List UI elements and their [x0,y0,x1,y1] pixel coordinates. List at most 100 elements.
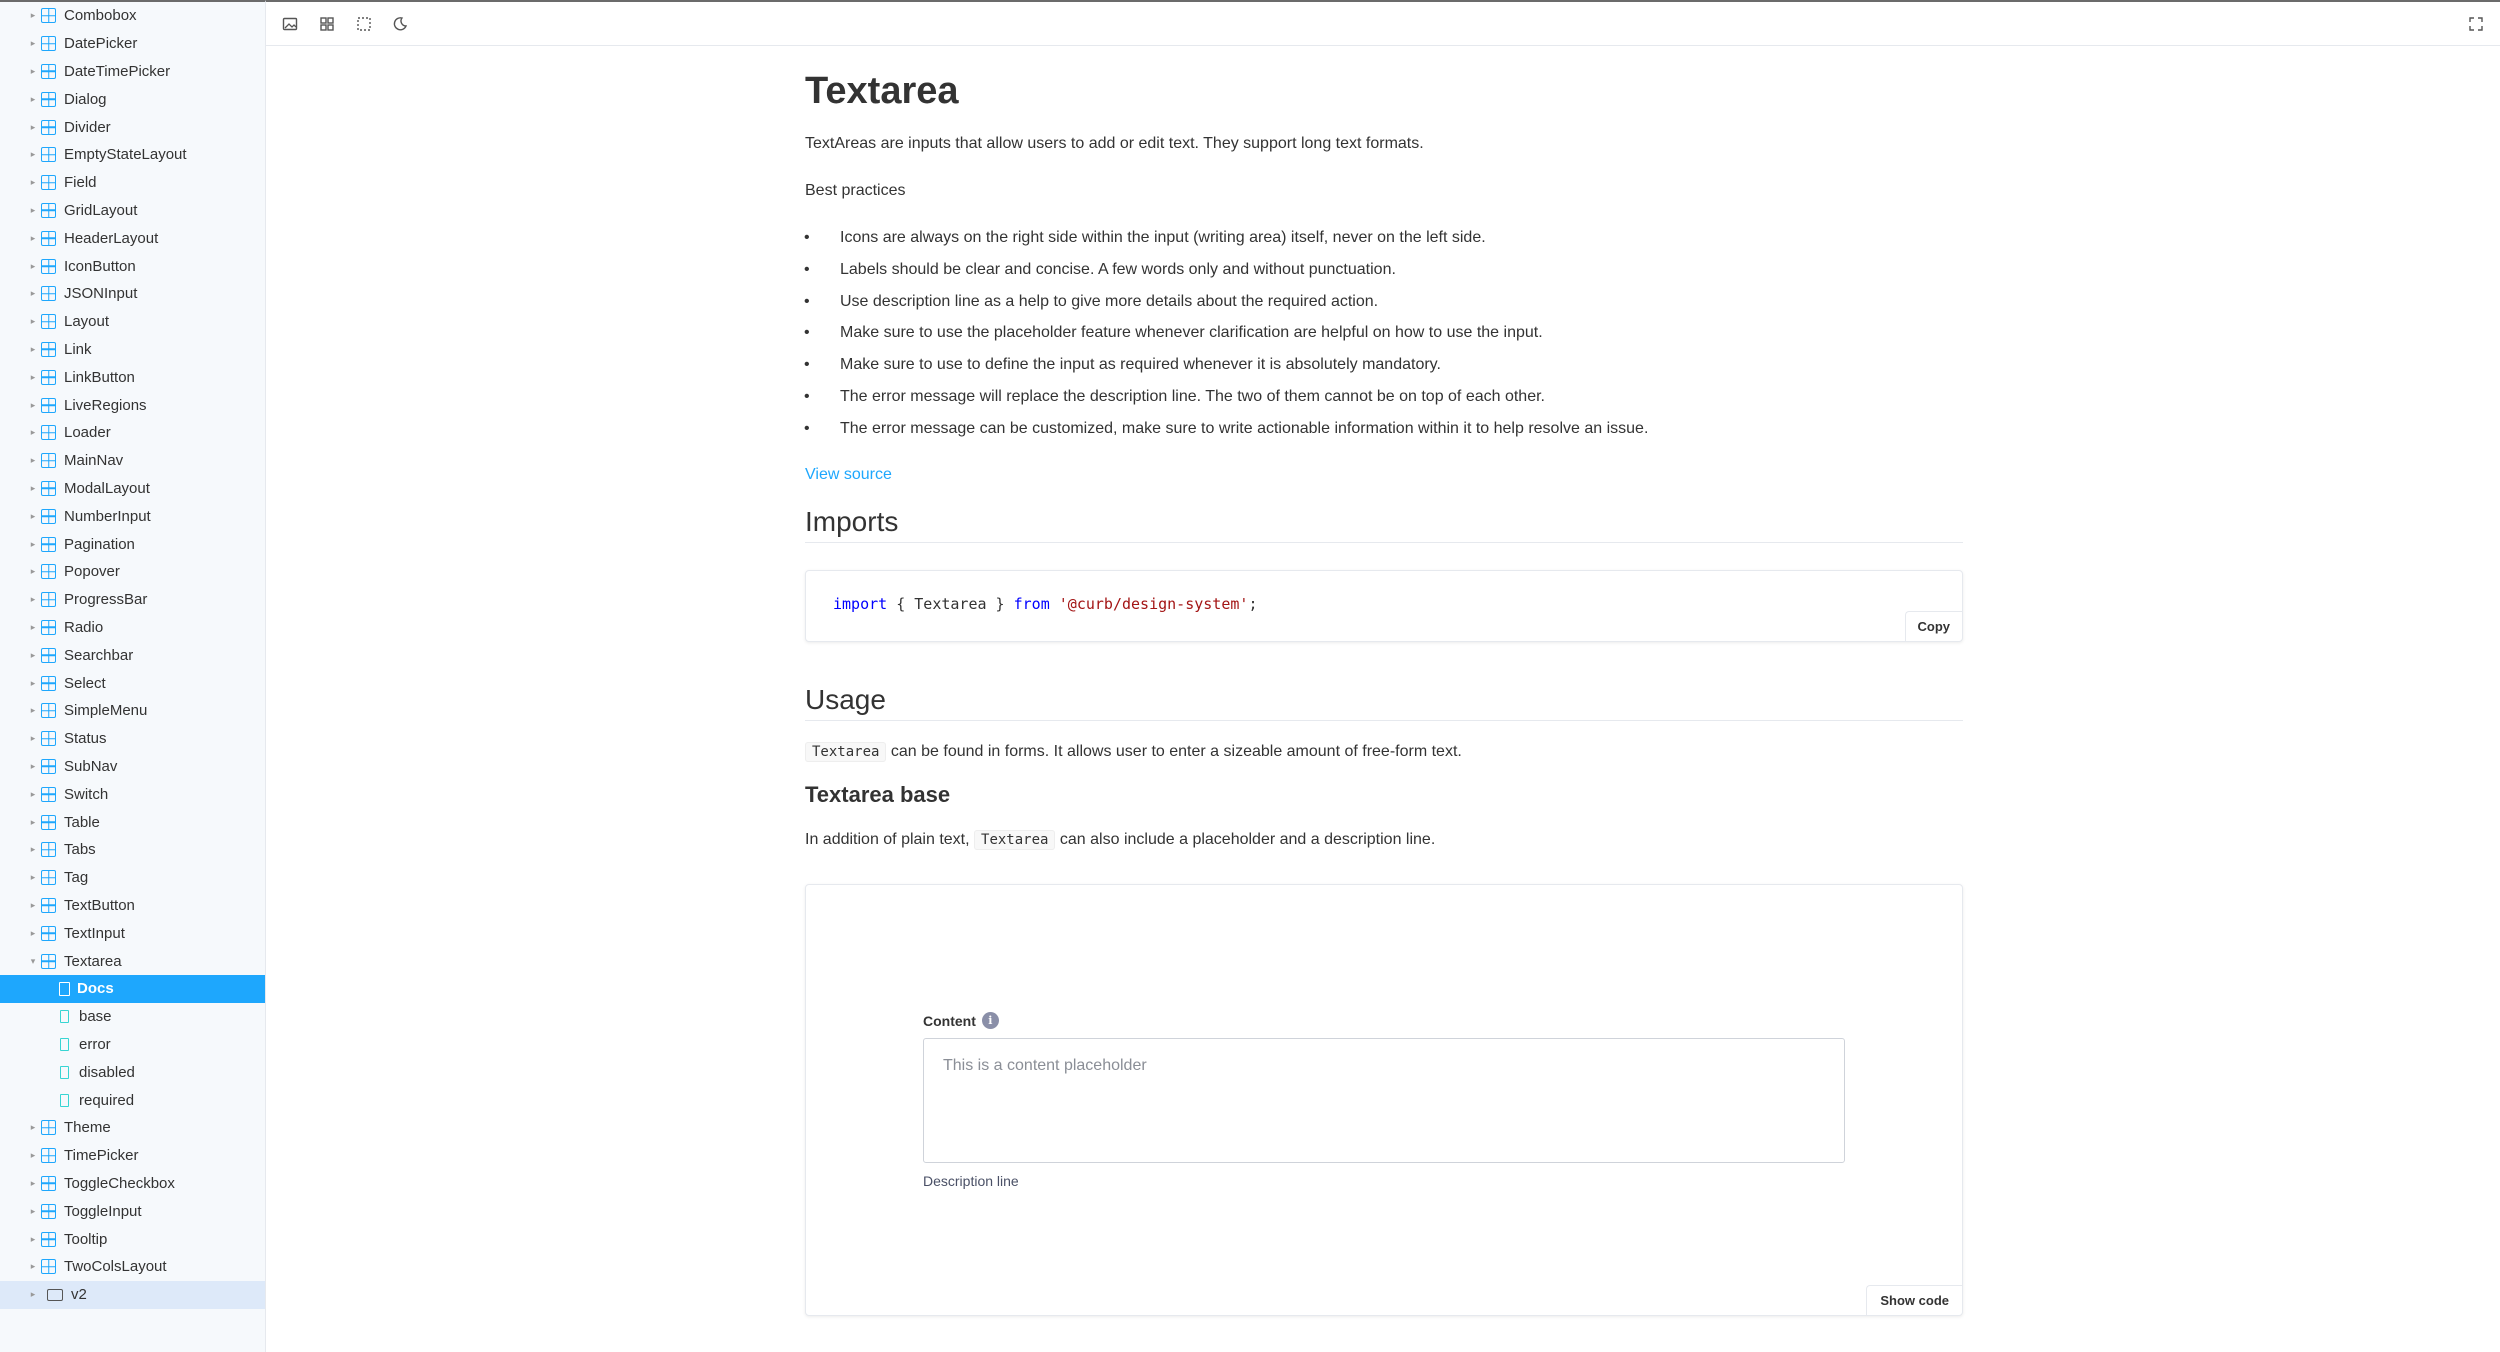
component-icon [41,453,56,469]
sidebar-item-label: v2 [71,1286,87,1304]
base-text-before: In addition of plain text, [805,831,970,848]
caret-right-icon: ▸ [30,872,36,883]
sidebar-item-toggleinput[interactable]: ▸ ToggleInput [0,1197,265,1225]
sidebar-item-dialog[interactable]: ▸ Dialog [0,85,265,113]
sidebar-item-theme[interactable]: ▸ Theme [0,1114,265,1142]
code-keyword-import: import [833,595,888,613]
sidebar-item-subnav[interactable]: ▸ SubNav [0,753,265,781]
sidebar-item-layout[interactable]: ▸ Layout [0,308,265,336]
sidebar-item-label: Table [64,813,100,831]
sidebar-item-label: ToggleCheckbox [64,1174,175,1192]
sidebar-item-gridlayout[interactable]: ▸ GridLayout [0,197,265,225]
sidebar-item-simplemenu[interactable]: ▸ SimpleMenu [0,697,265,725]
sidebar-item-label: DatePicker [64,35,138,53]
sidebar-item-label: Combobox [64,7,137,25]
sidebar-item-timepicker[interactable]: ▸ TimePicker [0,1142,265,1170]
sidebar-item-link[interactable]: ▸ Link [0,336,265,364]
sidebar-item-label: base [79,1008,112,1026]
sidebar-item-linkbutton[interactable]: ▸ LinkButton [0,363,265,391]
sidebar-story-docs[interactable]: Docs [0,975,265,1003]
sidebar-item-switch[interactable]: ▸ Switch [0,780,265,808]
caret-right-icon: ▸ [30,455,36,466]
show-code-button[interactable]: Show code [1866,1285,1962,1315]
info-icon[interactable]: i [981,1012,999,1029]
caret-right-icon: ▸ [30,427,36,438]
sidebar-item-label: TwoColsLayout [64,1258,167,1276]
sidebar-item-combobox[interactable]: ▸ Combobox [0,2,265,30]
component-icon [41,147,56,163]
caret-down-icon: ▾ [30,955,36,966]
story-preview: Content i This is a content placeholder … [805,884,1963,1316]
component-icon [41,925,56,941]
sidebar-item-jsoninput[interactable]: ▸ JSONInput [0,280,265,308]
sidebar-item-tooltip[interactable]: ▸ Tooltip [0,1225,265,1253]
component-icon [41,175,56,191]
caret-right-icon: ▸ [30,1233,36,1244]
sidebar-item-iconbutton[interactable]: ▸ IconButton [0,252,265,280]
image-icon[interactable] [280,14,300,34]
best-practice-text: Make sure to use to define the input as … [840,356,1441,374]
sidebar-item-radio[interactable]: ▸ Radio [0,614,265,642]
sidebar-item-textbutton[interactable]: ▸ TextButton [0,892,265,920]
sidebar-item-datetimepicker[interactable]: ▸ DateTimePicker [0,58,265,86]
component-icon [41,842,56,858]
sidebar-item-progressbar[interactable]: ▸ ProgressBar [0,586,265,614]
sidebar-item-modallayout[interactable]: ▸ ModalLayout [0,475,265,503]
sidebar-item-table[interactable]: ▸ Table [0,808,265,836]
caret-right-icon: ▸ [30,260,36,271]
sidebar-item-status[interactable]: ▸ Status [0,725,265,753]
imports-code-block: import { Textarea } from '@curb/design-s… [805,570,1963,642]
sidebar-item-loader[interactable]: ▸ Loader [0,419,265,447]
best-practice-text: The error message will replace the descr… [840,388,1545,405]
sidebar-item-mainnav[interactable]: ▸ MainNav [0,447,265,475]
copy-button[interactable]: Copy [1904,611,1962,641]
sidebar-item-tabs[interactable]: ▸ Tabs [0,836,265,864]
content-textarea[interactable]: This is a content placeholder [923,1038,1845,1163]
sidebar-folder-v2[interactable]: ▸ v2 [0,1280,265,1309]
sidebar-item-pagination[interactable]: ▸ Pagination [0,530,265,558]
best-practice-item: Use description line as a help to give m… [804,292,1378,313]
sidebar-story-base[interactable]: base [0,1003,265,1031]
sidebar-item-label: TextButton [64,896,135,914]
page-title: Textarea [805,70,959,112]
sidebar-item-textinput[interactable]: ▸ TextInput [0,919,265,947]
sidebar-story-disabled[interactable]: disabled [0,1058,265,1086]
sidebar-item-liveregions[interactable]: ▸ LiveRegions [0,391,265,419]
caret-right-icon: ▸ [30,1205,36,1216]
sidebar: ▸ Combobox ▸ DatePicker ▸ DateTimePicker ▸ Dial… [0,0,266,1352]
sidebar-item-tag[interactable]: ▸ Tag [0,864,265,892]
grid-icon[interactable] [317,14,337,34]
best-practice-item: The error message can be customized, mak… [804,419,1648,440]
sidebar-item-textarea[interactable]: ▾ Textarea [0,947,265,975]
sidebar-story-error[interactable]: error [0,1031,265,1059]
sidebar-item-searchbar[interactable]: ▸ Searchbar [0,641,265,669]
view-source-link[interactable]: View source [805,465,892,486]
caret-right-icon: ▸ [30,566,36,577]
sidebar-item-datepicker[interactable]: ▸ DatePicker [0,30,265,58]
caret-right-icon: ▸ [30,121,36,132]
moon-icon[interactable] [390,14,410,34]
sidebar-item-label: Tabs [64,841,96,859]
sidebar-item-emptystatelayout[interactable]: ▸ EmptyStateLayout [0,141,265,169]
sidebar-item-select[interactable]: ▸ Select [0,669,265,697]
sidebar-item-headerlayout[interactable]: ▸ HeaderLayout [0,224,265,252]
best-practice-item: Make sure to use the placeholder feature… [804,323,1543,344]
component-icon [41,63,56,79]
field-label: Content i [923,1012,999,1029]
sidebar-item-divider[interactable]: ▸ Divider [0,113,265,141]
sidebar-item-field[interactable]: ▸ Field [0,169,265,197]
sidebar-item-label: Tooltip [64,1230,108,1248]
outline-icon[interactable] [354,14,374,34]
sidebar-story-required[interactable]: required [0,1086,265,1114]
component-icon [41,1203,56,1219]
fullscreen-icon[interactable] [2466,14,2486,34]
sidebar-item-numberinput[interactable]: ▸ NumberInput [0,502,265,530]
sidebar-item-label: Radio [64,618,104,636]
caret-right-icon: ▸ [30,705,36,716]
sidebar-item-twocolslayout[interactable]: ▸ TwoColsLayout [0,1253,265,1281]
import-code: import { Textarea } from '@curb/design-s… [833,595,1257,613]
caret-right-icon: ▸ [30,343,36,354]
caret-right-icon: ▸ [30,288,36,299]
sidebar-item-togglecheckbox[interactable]: ▸ ToggleCheckbox [0,1170,265,1198]
sidebar-item-popover[interactable]: ▸ Popover [0,558,265,586]
